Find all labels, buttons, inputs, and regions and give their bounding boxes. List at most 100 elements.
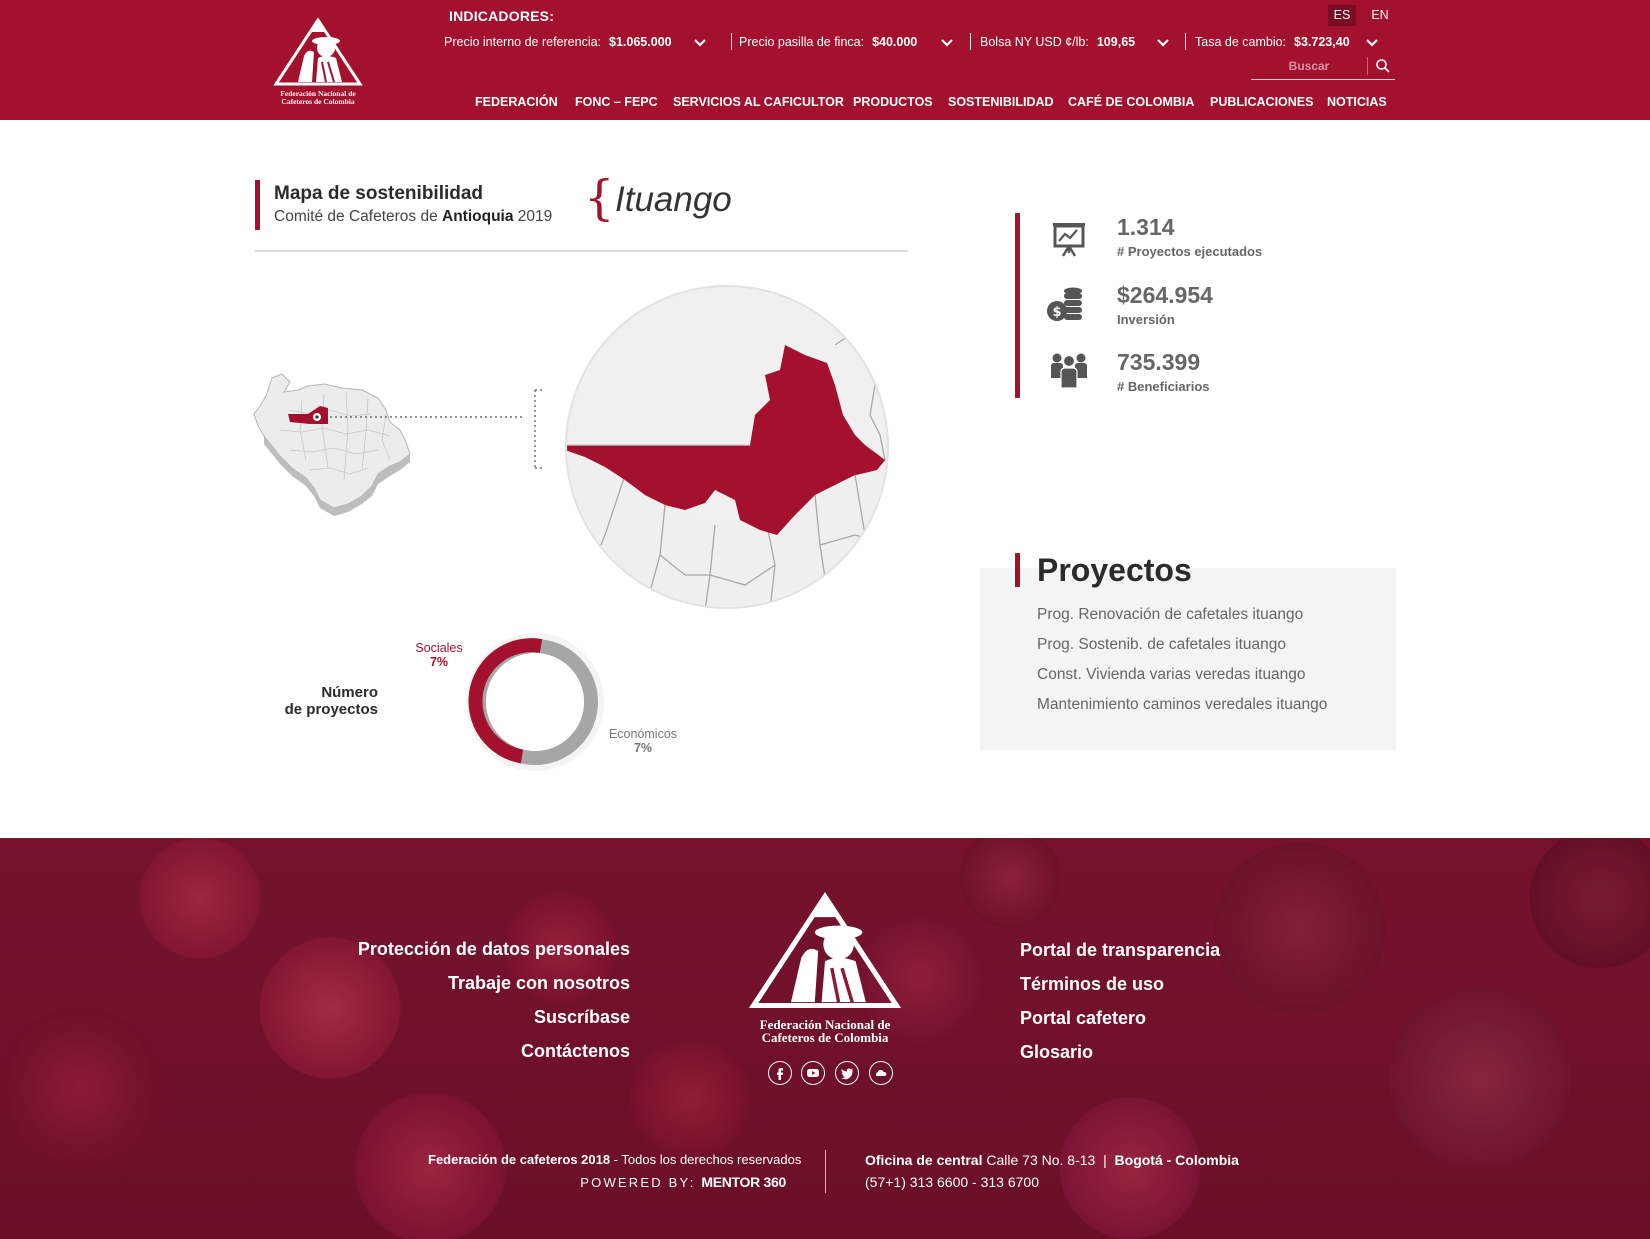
chevron-down-icon[interactable] bbox=[1364, 34, 1380, 50]
chevron-down-icon[interactable] bbox=[1155, 34, 1171, 50]
title-divider bbox=[255, 250, 908, 252]
soundcloud-icon[interactable] bbox=[869, 1061, 893, 1085]
logo-line2: Cafeteros de Colombia bbox=[761, 1030, 889, 1045]
stat-value-proyectos: 1.314 bbox=[1117, 214, 1175, 240]
department-name: Antioquia bbox=[442, 208, 514, 225]
segment-value: 7% bbox=[429, 655, 449, 669]
people-icon bbox=[1051, 353, 1087, 389]
donut-title-line1: Número bbox=[321, 684, 378, 701]
footer-link-glosario[interactable]: Glosario bbox=[1020, 1042, 1093, 1063]
indicator-label: Precio pasilla de finca: bbox=[739, 35, 865, 49]
stat-label-proyectos: # Proyectos ejecutados bbox=[1117, 244, 1263, 259]
nav-sostenibilidad[interactable]: SOSTENIBILIDAD bbox=[948, 95, 1054, 109]
office-label: Oficina de central bbox=[865, 1152, 983, 1168]
chevron-down-icon[interactable] bbox=[939, 34, 955, 50]
search-input[interactable] bbox=[1251, 56, 1367, 76]
nav-publicaciones[interactable]: PUBLICACIONES bbox=[1210, 95, 1313, 109]
indicator-precio-pasilla[interactable]: Precio pasilla de finca: $40.000 bbox=[739, 32, 955, 52]
department-mini-map[interactable] bbox=[250, 370, 550, 525]
projects-title: Proyectos bbox=[1037, 552, 1192, 588]
indicator-precio-interno[interactable]: Precio interno de referencia: $1.065.000 bbox=[444, 32, 708, 52]
search-box bbox=[1251, 54, 1395, 80]
brace-decoration: { bbox=[584, 170, 615, 226]
projects-accent-bar bbox=[1015, 553, 1020, 587]
stat-value-inversion: $264.954 bbox=[1117, 282, 1213, 308]
footer-link-portal-cafetero[interactable]: Portal cafetero bbox=[1020, 1008, 1146, 1029]
chevron-down-icon[interactable] bbox=[692, 34, 708, 50]
indicator-label: Tasa de cambio: bbox=[1195, 35, 1287, 49]
nav-federacion[interactable]: FEDERACIÓN bbox=[475, 95, 558, 109]
indicator-label: Bolsa NY USD ¢/lb: bbox=[980, 35, 1089, 49]
indicator-value: $40.000 bbox=[872, 35, 918, 49]
donut-title-line2: de proyectos bbox=[284, 701, 378, 718]
powered-by[interactable]: POWERED BY: MENTOR 360 bbox=[428, 1174, 786, 1190]
powered-brand: MENTOR 360 bbox=[701, 1174, 786, 1190]
project-item[interactable]: Const. Vivienda varias veredas ituango bbox=[1037, 666, 1306, 684]
municipality-name: Ituango bbox=[615, 180, 732, 219]
donut-title: Número de proyectos bbox=[270, 684, 378, 718]
coins-icon: $ bbox=[1047, 287, 1082, 321]
indicator-value: $1.065.000 bbox=[609, 35, 672, 49]
footer-link-transparencia[interactable]: Portal de transparencia bbox=[1020, 940, 1220, 961]
facebook-icon[interactable] bbox=[768, 1061, 792, 1085]
segment-name: Sociales bbox=[415, 641, 463, 655]
copyright-bold: Federación de cafeteros 2018 bbox=[428, 1152, 611, 1167]
stat-label-beneficiarios: # Beneficiarios bbox=[1117, 379, 1210, 394]
indicator-value: 109,65 bbox=[1096, 35, 1136, 49]
site-header: Federación Nacional de Cafeteros de Colo… bbox=[0, 0, 1650, 120]
donut-label-sociales: Sociales 7% bbox=[404, 641, 474, 669]
stat-label-inversion: Inversión bbox=[1117, 312, 1175, 327]
logo-line2: Cafeteros de Colombia bbox=[281, 97, 355, 106]
lang-es-button[interactable]: ES bbox=[1328, 5, 1356, 26]
search-divider bbox=[1367, 57, 1368, 75]
indicator-divider bbox=[970, 33, 971, 50]
subtitle-prefix: Comité de Cafeteros de bbox=[274, 208, 438, 225]
nav-servicios[interactable]: SERVICIOS AL CAFICULTOR bbox=[673, 95, 844, 109]
title-accent-bar bbox=[255, 180, 260, 230]
powered-label: POWERED BY: bbox=[580, 1175, 696, 1190]
footer-link-suscribase[interactable]: Suscríbase bbox=[534, 1007, 630, 1028]
footer-logo[interactable]: Federación Nacional de Cafeteros de Colo… bbox=[740, 892, 910, 1052]
logo-mountain-icon bbox=[273, 18, 363, 86]
indicator-bolsa-ny[interactable]: Bolsa NY USD ¢/lb: 109,65 bbox=[980, 32, 1171, 52]
indicators-title: INDICADORES: bbox=[449, 8, 555, 24]
nav-cafe-de-colombia[interactable]: CAFÉ DE COLOMBIA bbox=[1068, 95, 1194, 109]
nav-noticias[interactable]: NOTICIAS bbox=[1327, 95, 1387, 109]
office-phones: (57+1) 313 6600 - 313 6700 bbox=[865, 1174, 1039, 1190]
logo-mountain-icon bbox=[748, 892, 902, 1009]
office-street: Calle 73 No. 8-13 bbox=[982, 1152, 1096, 1168]
search-icon[interactable] bbox=[1375, 58, 1391, 74]
footer-divider bbox=[825, 1150, 826, 1193]
project-item[interactable]: Prog. Renovación de cafetales ituango bbox=[1037, 606, 1303, 624]
office-address: Oficina de central Calle 73 No. 8-13 | B… bbox=[865, 1152, 1239, 1168]
footer-logo-text: Federación Nacional de Cafeteros de Colo… bbox=[740, 1018, 910, 1044]
projects-panel bbox=[980, 568, 1396, 750]
stats-accent-bar bbox=[1015, 213, 1020, 398]
project-item[interactable]: Mantenimiento caminos veredales ituango bbox=[1037, 696, 1327, 714]
donut-label-economicos: Económicos 7% bbox=[605, 727, 681, 755]
page-title: Mapa de sostenibilidad bbox=[274, 183, 484, 204]
indicator-divider bbox=[731, 33, 732, 50]
projects-donut-chart bbox=[466, 633, 604, 771]
nav-productos[interactable]: PRODUCTOS bbox=[853, 95, 933, 109]
project-item[interactable]: Prog. Sostenib. de cafetales ituango bbox=[1037, 636, 1286, 654]
presentation-chart-icon bbox=[1053, 223, 1085, 257]
twitter-icon[interactable] bbox=[835, 1061, 859, 1085]
footer-link-trabaje[interactable]: Trabaje con nosotros bbox=[448, 973, 630, 994]
youtube-icon[interactable] bbox=[801, 1061, 825, 1085]
nav-fonc-fepc[interactable]: FONC – FEPC bbox=[575, 95, 658, 109]
indicator-tasa-cambio[interactable]: Tasa de cambio: $3.723,40 bbox=[1195, 32, 1380, 52]
footer-link-proteccion-datos[interactable]: Protección de datos personales bbox=[358, 939, 630, 960]
year: 2019 bbox=[517, 208, 553, 225]
footer-link-contactenos[interactable]: Contáctenos bbox=[521, 1041, 630, 1062]
copyright-text: Federación de cafeteros 2018 - Todos los… bbox=[428, 1152, 801, 1167]
footer-link-terminos[interactable]: Términos de uso bbox=[1020, 974, 1164, 995]
office-city: Bogotá - Colombia bbox=[1114, 1152, 1239, 1168]
fnc-logo[interactable]: Federación Nacional de Cafeteros de Colo… bbox=[268, 18, 368, 110]
copyright-rest: - Todos los derechos reservados bbox=[610, 1152, 802, 1167]
indicator-label: Precio interno de referencia: bbox=[444, 35, 602, 49]
page-subtitle: Comité de Cafeteros de Antioquia 2019 bbox=[274, 208, 552, 226]
municipality-zoom-map[interactable] bbox=[565, 285, 890, 610]
lang-en-button[interactable]: EN bbox=[1366, 5, 1394, 26]
indicator-value: $3.723,40 bbox=[1294, 35, 1350, 49]
